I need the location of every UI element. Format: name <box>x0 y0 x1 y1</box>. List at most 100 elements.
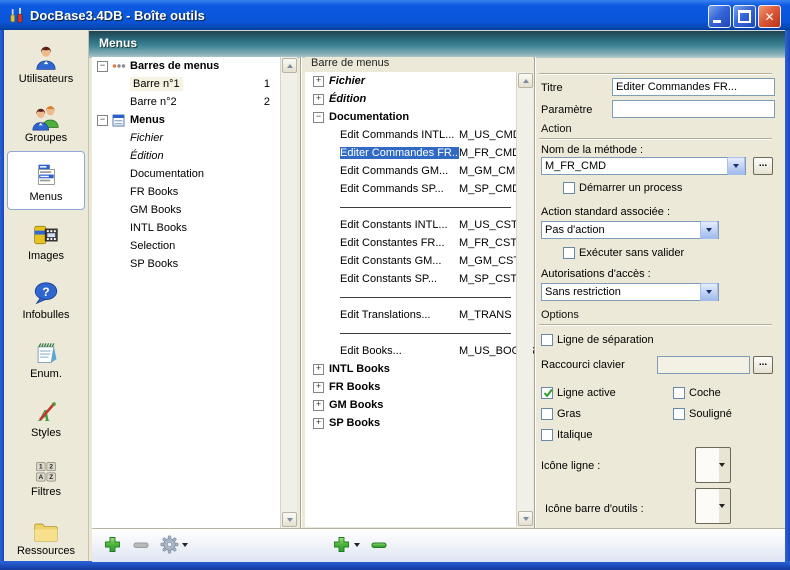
checkbox-unchecked-icon <box>673 408 685 420</box>
menu-item[interactable]: Edit Books...M_US_BOOKS <box>305 342 533 360</box>
sidebar-item-styles[interactable]: A Styles <box>7 387 85 446</box>
tree-item-label: FR Books <box>130 186 178 198</box>
menu-item[interactable]: Edit Constants GM...M_GM_CST <box>305 252 533 270</box>
sidebar-item-label: Styles <box>31 427 61 439</box>
menu-item[interactable]: Edit Commands GM...M_GM_CMD <box>305 162 533 180</box>
ligne-separation-checkbox[interactable]: Ligne de séparation <box>541 334 654 346</box>
remove-menu-item-button[interactable] <box>370 536 388 554</box>
sidebar-item-utilisateurs[interactable]: Utilisateurs <box>7 33 85 92</box>
scroll-down-button[interactable] <box>282 512 297 527</box>
checkbox-label: Coche <box>689 387 721 399</box>
ligne-active-checkbox[interactable]: Ligne active <box>541 387 616 399</box>
add-menubar-button[interactable] <box>103 535 122 554</box>
sidebar-item-groupes[interactable]: Groupes <box>7 92 85 151</box>
tree-item-edition[interactable]: Édition <box>92 147 297 165</box>
sidebar-item-filtres[interactable]: 12AZ Filtres <box>7 446 85 505</box>
menu-item[interactable]: Edit Constants SP...M_SP_CST <box>305 270 533 288</box>
sidebar-item-enum[interactable]: Enum. <box>7 328 85 387</box>
methode-browse-button[interactable]: ... <box>753 157 773 175</box>
action-std-combobox[interactable]: Pas d'action <box>541 221 719 239</box>
chevron-down-icon <box>733 164 739 168</box>
menu-item[interactable]: Edit Constantes FR...M_FR_CST <box>305 234 533 252</box>
collapse-icon[interactable] <box>313 112 324 123</box>
menu-item[interactable]: Edit Constants INTL...M_US_CST <box>305 216 533 234</box>
menu-item-label: Editer Commandes FR... <box>340 147 459 159</box>
title-bar[interactable]: DocBase3.4DB - Boîte outils ✕ <box>0 0 790 30</box>
menu-item[interactable]: Edit Commands SP...M_SP_CMD <box>305 180 533 198</box>
tree-item-fr-books[interactable]: FR Books <box>92 183 297 201</box>
tree-item-label: GM Books <box>130 204 181 216</box>
menu-item[interactable]: Edit Commands INTL...M_US_CMD <box>305 126 533 144</box>
tree-item-fichier[interactable]: Fichier <box>92 129 297 147</box>
tree-item-sp-books[interactable]: SP Books <box>92 255 297 273</box>
combo-dropdown-button[interactable] <box>727 157 745 175</box>
checkbox-unchecked-icon <box>541 334 553 346</box>
italique-checkbox[interactable]: Italique <box>541 429 592 441</box>
chevron-down-icon <box>719 463 725 467</box>
sidebar-item-infobulles[interactable]: ? Infobulles <box>7 269 85 328</box>
scroll-up-button[interactable] <box>282 58 297 73</box>
minimize-button[interactable] <box>708 5 731 28</box>
maximize-button[interactable] <box>733 5 756 28</box>
gras-checkbox[interactable]: Gras <box>541 408 581 420</box>
menu-node-intl-books[interactable]: INTL Books <box>305 360 533 378</box>
sidebar-item-images[interactable]: Images <box>7 210 85 269</box>
tree-item-intl-books[interactable]: INTL Books <box>92 219 297 237</box>
scroll-down-button[interactable] <box>518 511 533 526</box>
autorisations-combobox[interactable]: Sans restriction <box>541 283 719 301</box>
expand-icon[interactable] <box>313 418 324 429</box>
menu-list-scrollbar[interactable] <box>516 72 533 527</box>
menu-node-fichier[interactable]: Fichier <box>305 72 533 90</box>
tree-item-barre-2[interactable]: Barre n°2 2 <box>92 93 297 111</box>
parametre-input[interactable] <box>612 100 775 118</box>
tree-scrollbar[interactable] <box>280 57 297 528</box>
sidebar-item-menus[interactable]: Menus <box>7 151 85 210</box>
collapse-icon[interactable] <box>97 61 108 72</box>
remove-menubar-button-disabled[interactable] <box>132 536 150 554</box>
menu-item-selected[interactable]: Editer Commandes FR...M_FR_CMD <box>305 144 533 162</box>
menu-separator[interactable] <box>305 198 533 216</box>
combo-dropdown-button[interactable] <box>700 221 718 239</box>
executer-sans-valider-checkbox[interactable]: Exécuter sans valider <box>563 247 684 259</box>
tree-item-barre-1[interactable]: Barre n°1 1 <box>92 75 297 93</box>
titre-input[interactable]: Editer Commandes FR... <box>612 78 775 96</box>
expand-icon[interactable] <box>313 94 324 105</box>
demarrer-process-checkbox[interactable]: Démarrer un process <box>563 182 682 194</box>
expand-icon[interactable] <box>313 382 324 393</box>
expand-icon[interactable] <box>313 400 324 411</box>
checkbox-label: Exécuter sans valider <box>579 247 684 259</box>
menu-item[interactable]: Edit Translations...M_TRANS <box>305 306 533 324</box>
menu-node-fr-books[interactable]: FR Books <box>305 378 533 396</box>
menu-node-sp-books[interactable]: SP Books <box>305 414 533 432</box>
menu-node-documentation[interactable]: Documentation <box>305 108 533 126</box>
menu-separator[interactable] <box>305 288 533 306</box>
tree-item-documentation[interactable]: Documentation <box>92 165 297 183</box>
tree-item-selection[interactable]: Selection <box>92 237 297 255</box>
scroll-up-button[interactable] <box>518 73 533 88</box>
close-button[interactable]: ✕ <box>758 5 781 28</box>
panel-divider <box>300 57 302 528</box>
tree-actions-menu-button[interactable] <box>160 535 188 554</box>
menu-node-gm-books[interactable]: GM Books <box>305 396 533 414</box>
sidebar-item-ressources[interactable]: Ressources <box>7 505 85 564</box>
icone-barre-picker[interactable] <box>695 488 731 524</box>
icone-ligne-picker[interactable] <box>695 447 731 483</box>
tree-item-gm-books[interactable]: GM Books <box>92 201 297 219</box>
tree-item-label: Édition <box>130 150 164 162</box>
divider <box>539 138 772 140</box>
menu-separator[interactable] <box>305 324 533 342</box>
expand-icon[interactable] <box>313 76 324 87</box>
tree-node-menus[interactable]: Menus <box>92 111 297 129</box>
menu-node-edition[interactable]: Édition <box>305 90 533 108</box>
autorisations-value: Sans restriction <box>542 286 700 298</box>
combo-dropdown-button[interactable] <box>700 283 718 301</box>
expand-icon[interactable] <box>313 364 324 375</box>
tree-node-barres-de-menus[interactable]: Barres de menus <box>92 57 297 75</box>
coche-checkbox[interactable]: Coche <box>673 387 721 399</box>
raccourci-input[interactable] <box>657 356 750 374</box>
raccourci-browse-button[interactable]: ... <box>753 356 773 374</box>
collapse-icon[interactable] <box>97 115 108 126</box>
souligne-checkbox[interactable]: Souligné <box>673 408 732 420</box>
methode-combobox[interactable]: M_FR_CMD <box>541 157 746 175</box>
add-menu-item-button[interactable] <box>332 535 360 554</box>
